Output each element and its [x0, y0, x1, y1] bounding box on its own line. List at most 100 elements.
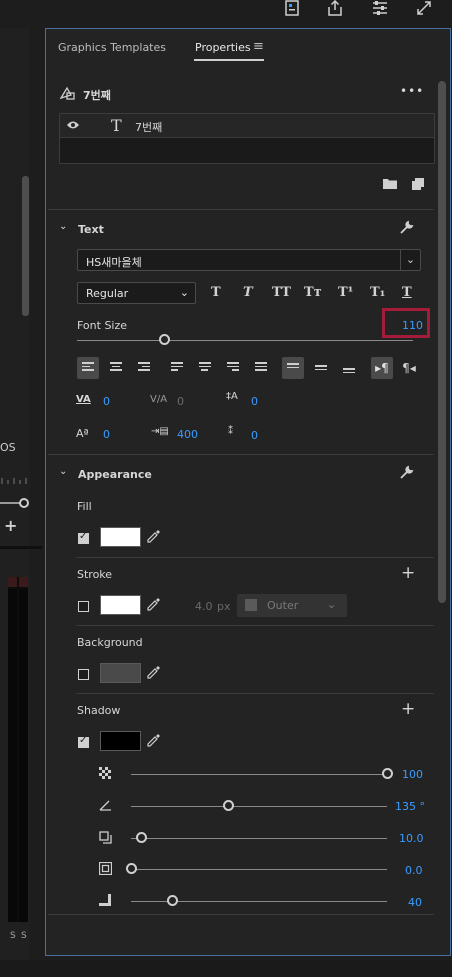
chevron-down-icon[interactable]: ⌄ [59, 466, 67, 477]
eyedropper-icon[interactable] [146, 665, 162, 682]
shadow-color-swatch[interactable] [100, 731, 141, 751]
faux-bold-button[interactable]: T [211, 285, 221, 300]
shadow-angle-slider[interactable] [131, 806, 387, 807]
fill-color-swatch[interactable] [100, 527, 141, 547]
justify-all-button[interactable] [250, 357, 272, 379]
font-style-dropdown[interactable]: Regular ⌄ [77, 282, 196, 304]
shadow-label: Shadow [77, 704, 121, 717]
font-size-label: Font Size [77, 319, 128, 332]
justify-left-button[interactable] [166, 357, 188, 379]
shadow-distance-slider[interactable] [131, 838, 387, 839]
kerning-value[interactable]: 0 [177, 395, 184, 408]
add-stroke-button[interactable]: + [401, 563, 415, 583]
stroke-type-icon [245, 599, 257, 611]
background-label: Background [77, 636, 143, 649]
small-caps-button[interactable]: Tт [304, 285, 322, 300]
folder-icon[interactable] [382, 178, 398, 192]
tracking-icon: VA [76, 394, 91, 405]
left-scrollbar[interactable] [22, 176, 29, 316]
eyedropper-icon[interactable] [146, 733, 162, 750]
baseline-shift-value[interactable]: 0 [103, 428, 110, 441]
panel-scrollbar[interactable] [438, 81, 446, 603]
add-shadow-button[interactable]: + [401, 699, 415, 719]
stroke-type-dropdown[interactable]: Outer ⌄ [237, 594, 347, 617]
chevron-down-icon[interactable]: ⌄ [59, 221, 67, 232]
panel-icon[interactable] [281, 0, 303, 18]
underline-button[interactable]: T [402, 285, 412, 300]
faux-italic-button[interactable]: T [243, 285, 253, 300]
shadow-blur-knob[interactable] [166, 895, 178, 906]
justify-center-button[interactable] [194, 357, 216, 379]
panel-menu-icon[interactable]: ≡ [253, 39, 264, 54]
appearance-section-title[interactable]: Appearance [78, 468, 152, 481]
chevron-down-icon: ⌄ [400, 250, 420, 270]
font-family-dropdown[interactable]: HS새마을체 ⌄ [77, 249, 421, 271]
background-checkbox[interactable] [78, 669, 89, 680]
font-size-slider-track[interactable] [77, 340, 413, 341]
font-size-highlight [382, 308, 430, 338]
stroke-color-swatch[interactable] [100, 595, 141, 615]
bottom-strip [0, 960, 452, 977]
align-right-button[interactable] [133, 357, 155, 379]
layer-row[interactable]: T 7번째 [60, 114, 434, 138]
tsume-value[interactable]: 0 [251, 429, 258, 442]
layer-list: T 7번째 [59, 113, 435, 164]
chevron-down-icon: ⌄ [179, 286, 189, 299]
align-left-button[interactable] [77, 357, 99, 379]
font-family-value: HS새마을체 [86, 256, 142, 269]
tracking-value[interactable]: 0 [103, 395, 110, 408]
subscript-button[interactable]: T₁ [370, 285, 385, 300]
text-section-title[interactable]: Text [78, 223, 104, 236]
font-size-slider-knob[interactable] [159, 334, 171, 345]
justify-right-button[interactable] [222, 357, 244, 379]
stroke-width-value[interactable]: 4.0 [195, 600, 213, 613]
font-style-value: Regular [86, 287, 129, 300]
new-layer-icon[interactable] [410, 178, 426, 193]
tab-properties[interactable]: Properties [195, 41, 251, 54]
shadow-blur-value[interactable]: 40 [408, 896, 422, 909]
shadow-size-knob[interactable] [126, 863, 137, 874]
shadow-opacity-knob[interactable] [382, 768, 393, 779]
left-slider-knob[interactable] [19, 498, 29, 508]
blur-icon [98, 894, 112, 910]
align-bottom-button[interactable] [338, 357, 360, 379]
leading-value[interactable]: 0 [251, 395, 258, 408]
shadow-angle-knob[interactable] [223, 800, 235, 811]
meter-solo-right[interactable]: S [21, 931, 27, 941]
eyedropper-icon[interactable] [146, 597, 162, 614]
tsume-icon: ⁑ [228, 426, 233, 437]
share-icon[interactable] [324, 0, 346, 18]
background-color-swatch[interactable] [100, 663, 141, 683]
align-top-button[interactable] [282, 357, 304, 379]
shadow-distance-value[interactable]: 10.0 [399, 832, 424, 845]
shadow-opacity-value[interactable]: 100 [402, 768, 423, 781]
ltr-direction-button[interactable]: ▸¶ [371, 357, 393, 379]
eye-icon[interactable] [66, 119, 80, 133]
superscript-button[interactable]: T¹ [338, 285, 353, 300]
settings-sliders-icon[interactable] [369, 0, 391, 18]
wrench-icon[interactable] [398, 220, 416, 237]
layer-title: 7번째 [83, 89, 111, 102]
tab-width-icon: ⇥▤ [151, 426, 169, 437]
shadow-opacity-slider[interactable] [131, 774, 387, 775]
tab-width-value[interactable]: 400 [177, 428, 198, 441]
wrench-icon[interactable] [398, 465, 416, 482]
rtl-direction-button[interactable]: ¶◂ [398, 357, 420, 379]
shadow-checkbox[interactable] [78, 735, 89, 748]
stroke-checkbox[interactable] [78, 601, 89, 612]
tab-graphics-templates[interactable]: Graphics Templates [58, 41, 166, 54]
align-center-button[interactable] [105, 357, 127, 379]
left-add-button[interactable]: + [4, 516, 17, 535]
shadow-size-slider[interactable] [131, 869, 387, 870]
shadow-distance-knob[interactable] [136, 832, 148, 843]
fill-checkbox[interactable] [78, 531, 89, 544]
size-icon [98, 861, 112, 878]
all-caps-button[interactable]: TT [272, 285, 291, 300]
shadow-angle-value[interactable]: 135 ° [395, 800, 425, 813]
eyedropper-icon[interactable] [146, 529, 162, 546]
align-middle-button[interactable] [310, 357, 332, 379]
meter-solo-left[interactable]: S [10, 931, 16, 941]
shadow-size-value[interactable]: 0.0 [405, 864, 423, 877]
more-options-button[interactable]: ••• [400, 84, 424, 98]
expand-icon[interactable] [413, 0, 435, 18]
